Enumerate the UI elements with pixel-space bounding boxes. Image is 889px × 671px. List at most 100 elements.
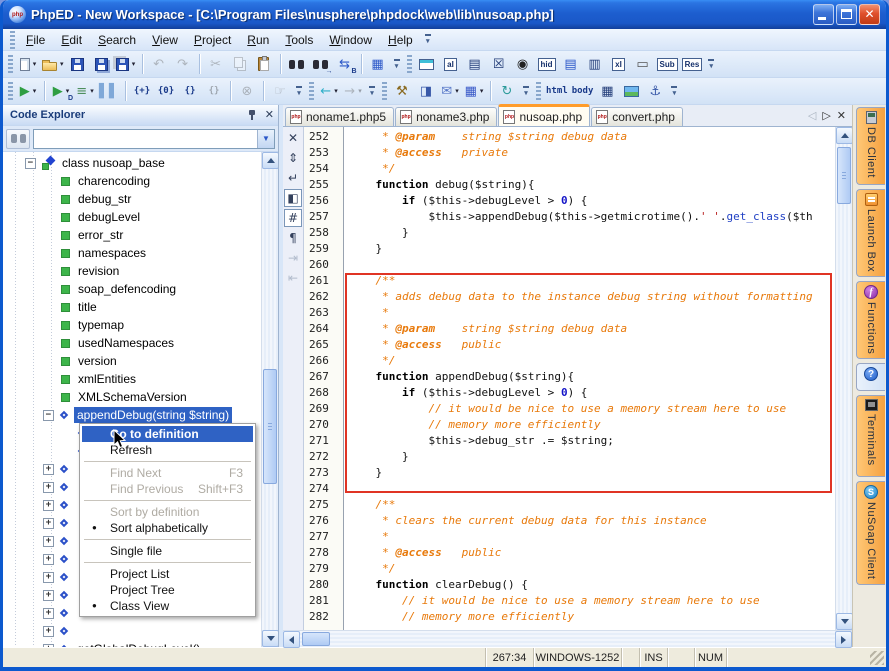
line-number[interactable]: 271 <box>304 433 343 449</box>
tree-item-class-nusoap-base[interactable]: −class nusoap_base <box>3 154 261 172</box>
tree-item-version[interactable]: version <box>3 352 261 370</box>
tab-noname1-php5[interactable]: noname1.php5 <box>285 107 394 126</box>
line-number[interactable]: 275 <box>304 497 343 513</box>
code-line[interactable] <box>349 257 835 273</box>
code-line[interactable]: * @access private <box>349 145 835 161</box>
step-over-button[interactable]: {0} <box>154 80 178 103</box>
pause-button[interactable]: ▌▌ <box>97 80 121 103</box>
collapse-icon[interactable]: − <box>43 410 54 421</box>
line-number[interactable]: 279 <box>304 561 343 577</box>
code-line[interactable]: * adds debug data to the instance debug … <box>349 289 835 305</box>
code-line[interactable]: * <box>349 305 835 321</box>
line-number[interactable]: 270 <box>304 417 343 433</box>
scroll-left-button[interactable] <box>283 631 300 648</box>
tab-nusoap-php[interactable]: nusoap.php <box>498 104 590 126</box>
code-line[interactable]: * @access public <box>349 545 835 561</box>
paste-button[interactable] <box>252 53 276 76</box>
code-line[interactable]: // it would be nice to use a memory stre… <box>349 401 835 417</box>
code-line[interactable]: * @access public <box>349 337 835 353</box>
line-number[interactable]: 282 <box>304 609 343 625</box>
strip-line-numbers-button[interactable]: # <box>284 209 302 227</box>
dropdown-arrow-icon[interactable]: ▾ <box>33 60 37 68</box>
expand-icon[interactable]: + <box>43 500 54 511</box>
explorer-scrollbar[interactable] <box>261 152 278 647</box>
line-number[interactable]: 278 <box>304 545 343 561</box>
reset-tool-button[interactable]: Res <box>680 53 705 76</box>
code-line[interactable]: */ <box>349 353 835 369</box>
line-number[interactable]: 254 <box>304 161 343 177</box>
tree-item-getglobaldebuglevel[interactable]: +getGlobalDebugLevel() <box>3 640 261 647</box>
line-number[interactable]: 260 <box>304 257 343 273</box>
tree-item-namespaces[interactable]: namespaces <box>3 244 261 262</box>
code-line[interactable]: function appendDebug($string){ <box>349 369 835 385</box>
line-number[interactable]: 273 <box>304 465 343 481</box>
line-number[interactable]: 281 <box>304 593 343 609</box>
menu-view[interactable]: View <box>144 31 186 49</box>
menu-search[interactable]: Search <box>90 31 144 49</box>
line-number[interactable]: 280 <box>304 577 343 593</box>
editor-vscrollbar[interactable] <box>835 127 852 630</box>
back-button[interactable]: ←▾ <box>317 80 341 103</box>
toolbar-overflow-chevron[interactable]: ▾ <box>520 81 532 101</box>
scroll-thumb[interactable] <box>263 369 277 484</box>
menu-project[interactable]: Project <box>186 31 239 49</box>
scroll-thumb[interactable] <box>302 632 330 646</box>
run-debug-button[interactable]: ▶D▾ <box>49 80 73 103</box>
tree-item-appenddebug-string-string[interactable]: −appendDebug(string $string) <box>3 406 261 424</box>
dropdown-arrow-icon[interactable]: ▾ <box>334 87 338 95</box>
line-number[interactable]: 265 <box>304 337 343 353</box>
html-tag-button[interactable]: html <box>544 80 570 103</box>
strip-special-chars-button[interactable]: ¶ <box>284 229 302 247</box>
line-number[interactable]: 268 <box>304 385 343 401</box>
close-button[interactable]: ✕ <box>859 4 880 25</box>
code-line[interactable]: /** <box>349 273 835 289</box>
tree-item-revision[interactable]: revision <box>3 262 261 280</box>
tree-item-hidden[interactable]: + <box>3 622 261 640</box>
toolbar-overflow-chevron[interactable]: ▾ <box>366 81 378 101</box>
menu-overflow-chevron[interactable]: ▾ <box>422 30 434 50</box>
tree-item-xmlschemaversion[interactable]: XMLSchemaVersion <box>3 388 261 406</box>
line-number[interactable]: 261 <box>304 273 343 289</box>
code-line[interactable]: * <box>349 529 835 545</box>
expand-icon[interactable]: + <box>43 482 54 493</box>
explorer-search-input[interactable] <box>34 130 257 148</box>
title-bar[interactable]: php PhpED - New Workspace - [C:\Program … <box>3 0 886 29</box>
expand-icon[interactable]: + <box>43 554 54 565</box>
code-line[interactable]: if ($this->debugLevel > 0) { <box>349 385 835 401</box>
combo-dropdown-button[interactable]: ▼ <box>257 130 274 148</box>
code-line[interactable]: * clears the current debug data for this… <box>349 513 835 529</box>
tab-terminals[interactable]: Terminals <box>856 395 885 477</box>
dropdown-arrow-icon[interactable]: ▾ <box>132 60 136 68</box>
expand-icon[interactable]: + <box>43 518 54 529</box>
line-number[interactable]: 277 <box>304 529 343 545</box>
menu-item-go-to-definition[interactable]: Go to definition <box>82 426 253 442</box>
code-line[interactable]: if ($this->debugLevel > 0) { <box>349 193 835 209</box>
code-line[interactable]: */ <box>349 561 835 577</box>
hidden-field-tool-button[interactable]: hid <box>535 53 559 76</box>
line-number[interactable]: 257 <box>304 209 343 225</box>
label-tool-button[interactable]: aI <box>439 53 463 76</box>
form-tool-button[interactable] <box>415 53 439 76</box>
strip-wrap-button[interactable]: ↵ <box>284 169 302 187</box>
replace-button[interactable]: ⇆B <box>333 53 357 76</box>
code-line[interactable]: * @param string $string debug data <box>349 129 835 145</box>
tab-db-client[interactable]: DB Client <box>856 107 885 185</box>
tree-item-debug-str[interactable]: debug_str <box>3 190 261 208</box>
toolbar-overflow-chevron[interactable]: ▾ <box>705 54 717 74</box>
save-all-button[interactable] <box>90 53 114 76</box>
anchor-tag-button[interactable]: ⚓ <box>643 80 667 103</box>
expand-icon[interactable]: + <box>43 590 54 601</box>
menu-item-refresh[interactable]: Refresh <box>82 442 253 458</box>
step-into-button[interactable]: {+} <box>130 80 154 103</box>
tree-item-debuglevel[interactable]: debugLevel <box>3 208 261 226</box>
deploy-button[interactable]: ✉▾ <box>438 80 462 103</box>
expand-icon[interactable]: + <box>43 536 54 547</box>
checkbox-tool-button[interactable]: ☒ <box>487 53 511 76</box>
line-number[interactable]: 263 <box>304 305 343 321</box>
minimize-button[interactable] <box>813 4 834 25</box>
menu-item-sort-alphabetically[interactable]: ●Sort alphabetically <box>82 520 253 536</box>
run-button[interactable]: ▶▾ <box>16 80 40 103</box>
table-tag-button[interactable]: ▦ <box>595 80 619 103</box>
close-tab-button[interactable]: ✕ <box>837 109 846 122</box>
scroll-up-button[interactable] <box>262 152 278 169</box>
